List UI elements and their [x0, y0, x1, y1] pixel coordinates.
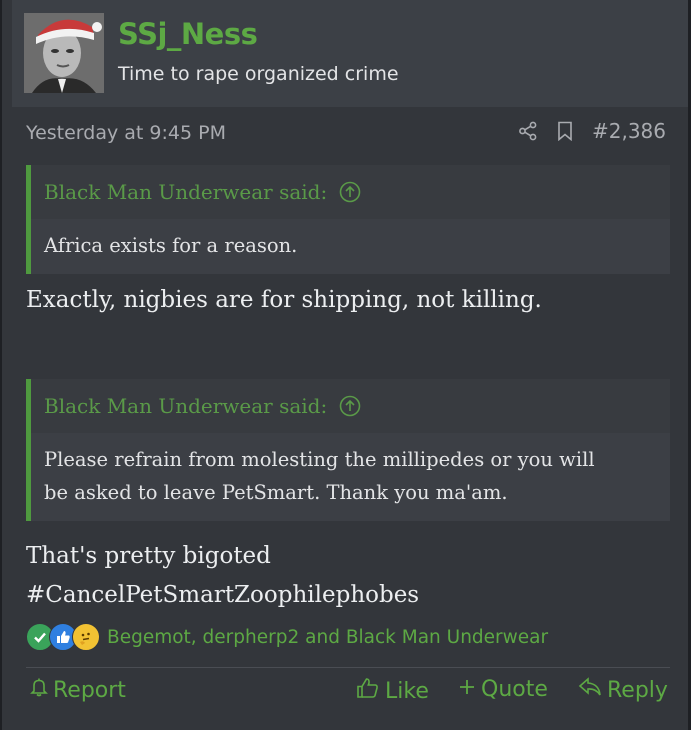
- report-label: Report: [53, 677, 126, 703]
- quote-header[interactable]: Black Man Underwear said:: [31, 165, 670, 219]
- plus-icon: [458, 677, 476, 702]
- like-button[interactable]: Like: [356, 677, 429, 705]
- reply-arrow-icon: [578, 677, 602, 703]
- username[interactable]: SSj_Ness: [118, 17, 258, 51]
- quote-author[interactable]: Black Man Underwear said:: [44, 394, 327, 418]
- post-header: SSj_Ness Time to rape organized crime: [12, 0, 688, 107]
- message-text: That's pretty bigoted #CancelPetSmartZoo…: [26, 537, 419, 615]
- reply-button[interactable]: Reply: [578, 677, 668, 703]
- thumbs-up-icon: [356, 677, 380, 705]
- quote-line: be asked to leave PetSmart. Thank you ma…: [44, 481, 508, 504]
- like-label: Like: [385, 678, 429, 704]
- reactions-bar: Begemot, derpherp2 and Black Man Underwe…: [26, 623, 548, 651]
- quote-block: Black Man Underwear said: Please refrain…: [26, 379, 670, 521]
- bell-icon: [30, 677, 48, 703]
- user-title: Time to rape organized crime: [118, 63, 399, 85]
- post-number[interactable]: #2,386: [592, 119, 666, 143]
- quote-author[interactable]: Black Man Underwear said:: [44, 180, 327, 204]
- thinking-reaction-icon[interactable]: [72, 623, 100, 651]
- post-date[interactable]: Yesterday at 9:45 PM: [26, 122, 226, 144]
- avatar[interactable]: [24, 13, 104, 93]
- quote-text: Please refrain from molesting the millip…: [31, 433, 670, 521]
- quote-line: Please refrain from molesting the millip…: [44, 448, 595, 471]
- reactions-list[interactable]: Begemot, derpherp2 and Black Man Underwe…: [107, 627, 548, 648]
- post-meta-actions: #2,386: [518, 119, 666, 143]
- message-text: Exactly, nigbies are for shipping, not k…: [26, 287, 542, 313]
- forum-post: SSj_Ness Time to rape organized crime Ye…: [0, 0, 691, 730]
- message-line: That's pretty bigoted: [26, 543, 271, 569]
- avatar-portrait: [24, 13, 104, 93]
- quote-label: Quote: [481, 677, 548, 702]
- report-button[interactable]: Report: [30, 677, 126, 703]
- quote-button[interactable]: Quote: [458, 677, 548, 702]
- bookmark-icon[interactable]: [556, 121, 574, 141]
- footer-divider: [26, 667, 670, 668]
- quote-header[interactable]: Black Man Underwear said:: [31, 379, 670, 433]
- arrow-up-circle-icon[interactable]: [339, 395, 361, 417]
- arrow-up-circle-icon[interactable]: [339, 181, 361, 203]
- message-line: #CancelPetSmartZoophilephobes: [26, 582, 420, 608]
- quote-text: Africa exists for a reason.: [44, 234, 298, 257]
- quote-block: Black Man Underwear said: Africa exists …: [26, 165, 670, 274]
- reply-label: Reply: [607, 677, 668, 703]
- share-icon[interactable]: [518, 121, 538, 141]
